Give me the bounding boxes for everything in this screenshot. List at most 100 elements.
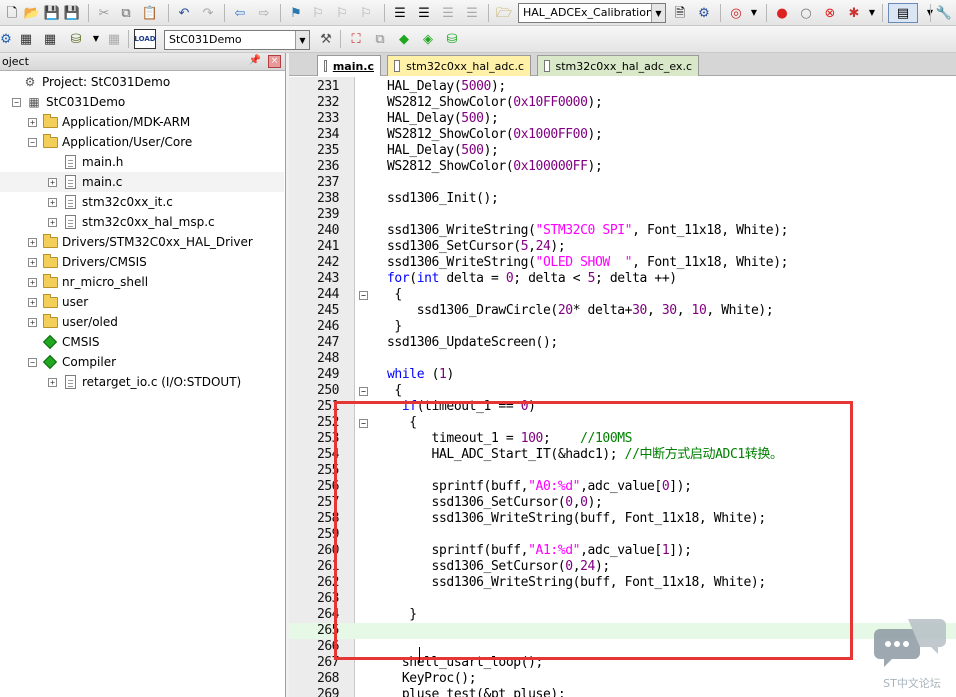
target-select[interactable]: StC031Demo ▼ [164, 30, 310, 50]
tree-item[interactable]: + Application/MDK-ARM [0, 112, 284, 132]
tab-main-c[interactable]: main.c [317, 55, 381, 76]
chevron-down-icon[interactable]: ▼ [295, 31, 309, 49]
collapse-icon[interactable]: − [28, 137, 37, 147]
comment-icon[interactable]: ☰ [438, 3, 458, 23]
code-line[interactable]: 262 ssd1306_WriteString(buff, Font_11x18… [289, 575, 956, 591]
pin-icon[interactable]: 📌 [249, 55, 261, 66]
code-line[interactable]: 238 ssd1306_Init(); [289, 191, 956, 207]
code-line[interactable]: 247 ssd1306_UpdateScreen(); [289, 335, 956, 351]
chevron-down-icon[interactable]: ▼ [744, 3, 764, 23]
manage-components-icon[interactable]: ⛶ [346, 29, 366, 49]
debug-start-icon[interactable]: ◎ [726, 3, 746, 23]
kill-breakpoints-icon[interactable]: ✱ [844, 3, 864, 23]
expand-icon[interactable]: + [48, 197, 57, 207]
indent-icon[interactable]: ☰ [390, 3, 410, 23]
tree-item[interactable]: + user [0, 292, 284, 312]
tree-item[interactable]: + nr_micro_shell [0, 272, 284, 292]
translate-icon[interactable]: ⚙ [0, 29, 16, 49]
nav-forward-icon[interactable]: ⇨ [254, 3, 274, 23]
uncomment-icon[interactable]: ☰ [462, 3, 482, 23]
tab-stm32c0xx-hal-adc-ex-c[interactable]: stm32c0xx_hal_adc_ex.c [537, 55, 699, 76]
paste-icon[interactable]: 📋 [140, 3, 160, 23]
breakpoint-icon[interactable]: ● [772, 3, 792, 23]
chevron-down-icon[interactable]: ▼ [651, 4, 665, 22]
code-line[interactable]: 246 } [289, 319, 956, 335]
code-line[interactable]: 250 − { [289, 383, 956, 399]
tree-item[interactable]: + retarget_io.c (I/O:STDOUT) [0, 372, 284, 392]
tree-item[interactable]: + stm32c0xx_hal_msp.c [0, 212, 284, 232]
run-time-environment-icon[interactable]: ⛁ [442, 29, 462, 49]
tree-item[interactable]: − Application/User/Core [0, 132, 284, 152]
expand-icon[interactable]: + [28, 257, 37, 267]
code-line[interactable]: 237 [289, 175, 956, 191]
code-line[interactable]: 258 ssd1306_WriteString(buff, Font_11x18… [289, 511, 956, 527]
code-line[interactable]: 235 HAL_Delay(500); [289, 143, 956, 159]
code-line[interactable]: 242 ssd1306_WriteString("OLED SHOW ", Fon… [289, 255, 956, 271]
fold-icon[interactable]: − [359, 419, 368, 428]
load-button[interactable]: LOAD [134, 29, 156, 49]
code-line[interactable]: 255 [289, 463, 956, 479]
code-line[interactable]: 234 WS2812_ShowColor(0x1000FF00); [289, 127, 956, 143]
unindent-icon[interactable]: ☰ [414, 3, 434, 23]
code-line[interactable]: 249 while (1) [289, 367, 956, 383]
code-line[interactable]: 233 HAL_Delay(500); [289, 111, 956, 127]
tree-item[interactable]: + main.c [0, 172, 284, 192]
wrench-icon[interactable]: 🔧 [934, 3, 954, 23]
incremental-find-icon[interactable]: ⚙ [694, 3, 714, 23]
find-in-files-icon[interactable]: 🗁 [494, 3, 514, 23]
code-line[interactable]: 245 ssd1306_DrawCircle(20* delta+30, 30,… [289, 303, 956, 319]
code-line[interactable]: 257 ssd1306_SetCursor(0,0); [289, 495, 956, 511]
next-bookmark-icon[interactable]: ⚐ [332, 3, 352, 23]
tree-item[interactable]: main.h [0, 152, 284, 172]
code-line[interactable]: 239 [289, 207, 956, 223]
code-line[interactable]: 268 KeyProc(); [289, 671, 956, 687]
undo-icon[interactable]: ↶ [174, 3, 194, 23]
disable-breakpoint-icon[interactable]: ○ [796, 3, 816, 23]
expand-icon[interactable]: + [28, 297, 37, 307]
expand-icon[interactable]: + [48, 217, 57, 227]
code-line[interactable]: 244 − { [289, 287, 956, 303]
fold-icon[interactable]: − [359, 387, 368, 396]
code-line[interactable]: 264 } [289, 607, 956, 623]
tree-item[interactable]: + user/oled [0, 312, 284, 332]
code-line[interactable]: 267 shell_usart_loop(); [289, 655, 956, 671]
code-line[interactable]: 236 WS2812_ShowColor(0x100000FF); [289, 159, 956, 175]
expand-icon[interactable]: + [48, 177, 57, 187]
code-line[interactable]: 253 timeout_1 = 100; //100MS [289, 431, 956, 447]
select-packs-icon[interactable]: ◆ [394, 29, 414, 49]
nav-back-icon[interactable]: ⇦ [230, 3, 250, 23]
new-file-icon[interactable]: 🗋 [2, 3, 22, 23]
tab-stm32c0xx-hal-adc-c[interactable]: stm32c0xx_hal_adc.c [387, 55, 531, 76]
expand-icon[interactable]: + [28, 317, 37, 327]
tree-item[interactable]: CMSIS [0, 332, 284, 352]
clear-bookmarks-icon[interactable]: ⚐ [356, 3, 376, 23]
code-line[interactable]: 265 [289, 623, 956, 639]
find-icon[interactable]: 🗎 [670, 3, 690, 23]
code-line[interactable]: 260 sprintf(buff,"A1:%d",adc_value[1]); [289, 543, 956, 559]
tree-item[interactable]: + Drivers/STM32C0xx_HAL_Driver [0, 232, 284, 252]
code-area[interactable]: 231 HAL_Delay(5000); 232 WS2812_ShowColor(0… [289, 77, 956, 697]
code-line[interactable]: 240 ssd1306_WriteString("STM32C0 SPI", Fo… [289, 223, 956, 239]
target-options-icon[interactable]: ⚒ [316, 29, 336, 49]
tree-item[interactable]: ⚙ Project: StC031Demo [0, 72, 284, 92]
code-line[interactable]: 261 ssd1306_SetCursor(0,24); [289, 559, 956, 575]
code-line[interactable]: 256 sprintf(buff,"A0:%d",adc_value[0]); [289, 479, 956, 495]
expand-icon[interactable]: + [28, 237, 37, 247]
expand-icon[interactable]: + [28, 117, 37, 127]
prev-bookmark-icon[interactable]: ⚐ [308, 3, 328, 23]
code-line[interactable]: 248 [289, 351, 956, 367]
close-icon[interactable]: × [268, 55, 281, 68]
open-file-icon[interactable]: 📂 [22, 3, 42, 23]
copy-icon[interactable]: ⧉ [116, 3, 136, 23]
find-combo[interactable]: HAL_ADCEx_Calibration_S ▼ [518, 3, 666, 23]
cut-icon[interactable]: ✂ [94, 3, 114, 23]
code-line[interactable]: 252 − { [289, 415, 956, 431]
save-all-icon[interactable]: 💾 [62, 3, 82, 23]
rebuild-icon[interactable]: ▦ [40, 29, 60, 49]
code-line[interactable]: 254 HAL_ADC_Start_IT(&hadc1); //中断方式启动AD… [289, 447, 956, 463]
chevron-down-icon[interactable]: ▼ [862, 3, 882, 23]
stop-build-icon[interactable]: ▦ [104, 29, 124, 49]
tree-item[interactable]: + stm32c0xx_it.c [0, 192, 284, 212]
manage-project-items-icon[interactable]: ⧉ [370, 29, 390, 49]
code-line[interactable]: 263 [289, 591, 956, 607]
